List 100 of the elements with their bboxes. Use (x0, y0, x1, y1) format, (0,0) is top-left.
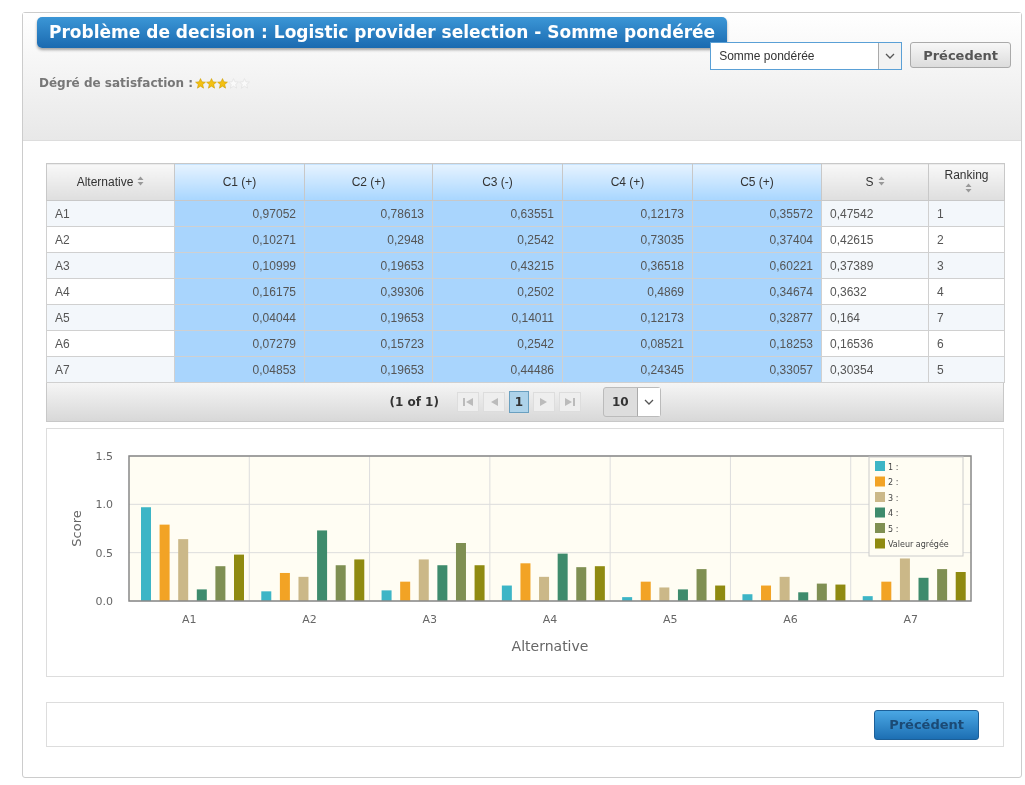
table-cell: 0,63551 (432, 200, 563, 227)
table-cell: 0,2502 (432, 278, 563, 305)
table-cell: 0,39306 (304, 278, 433, 305)
sort-icon[interactable] (877, 176, 885, 186)
table-cell: 3 (928, 252, 1005, 279)
table-cell: 0,42615 (821, 226, 929, 253)
star-icon (195, 77, 207, 89)
x-axis-title: Alternative (511, 638, 589, 654)
legend-label: 4 : (888, 509, 899, 518)
table-cell: 0,07279 (174, 330, 305, 357)
bar (215, 566, 226, 601)
bar (798, 592, 809, 601)
column-header[interactable]: C2 (+) (304, 163, 433, 201)
bar (622, 597, 633, 601)
bar (918, 577, 929, 601)
column-header[interactable]: S (821, 163, 929, 201)
rows-per-page-select[interactable]: 10 (602, 387, 661, 417)
x-tick-label: A3 (422, 613, 437, 626)
legend-label: 3 : (888, 493, 899, 503)
bar (816, 583, 827, 601)
table-cell: 2 (928, 226, 1005, 253)
y-tick-label: 0.0 (95, 595, 113, 608)
table-cell: 0,60221 (692, 252, 822, 279)
legend-label: 1 : (888, 462, 899, 472)
x-tick-label: A7 (903, 613, 919, 626)
table-cell: 0,47542 (821, 200, 929, 227)
column-header[interactable]: C3 (-) (432, 163, 563, 201)
column-header[interactable]: C5 (+) (692, 163, 822, 201)
table-cell: 0,43215 (432, 252, 563, 279)
table-cell: 0,15723 (304, 330, 433, 357)
previous-page-icon[interactable] (482, 392, 505, 412)
bar (455, 543, 466, 601)
sort-icon[interactable] (965, 183, 972, 193)
table-cell: 0,35572 (692, 200, 822, 227)
table-cell: A2 (46, 226, 175, 253)
table-cell: 0,36518 (562, 252, 693, 279)
first-page-icon[interactable] (456, 392, 479, 412)
table-cell: A5 (46, 304, 175, 331)
column-header[interactable]: Alternative (46, 163, 175, 201)
bar (779, 576, 790, 601)
caret-icon (643, 399, 654, 405)
bar (234, 554, 244, 601)
satisfaction-label: Dégré de satisfaction : (39, 76, 194, 90)
last-page-icon[interactable] (558, 392, 581, 412)
bar (539, 576, 550, 601)
bar (937, 569, 948, 601)
bar (279, 572, 290, 601)
bar (501, 585, 512, 601)
bar (400, 581, 411, 601)
bar (178, 539, 189, 601)
table-cell: 0,97052 (174, 200, 305, 227)
column-header[interactable]: C4 (+) (562, 163, 693, 201)
bar (261, 591, 272, 601)
bar (761, 585, 772, 601)
bar (659, 587, 670, 601)
bar (381, 590, 392, 601)
bar (899, 558, 910, 601)
y-tick-label: 1.5 (95, 450, 113, 463)
bar (742, 594, 753, 601)
table-cell: 0,19653 (304, 356, 433, 383)
page-button[interactable]: 1 (508, 391, 529, 413)
method-select[interactable]: Somme pondérée (710, 42, 903, 70)
legend-label: Valeur agrégée (888, 540, 949, 549)
next-page-icon[interactable] (532, 392, 555, 412)
table-cell: 0,12173 (562, 200, 693, 227)
table-cell: 0,2542 (432, 226, 563, 253)
bar (594, 566, 605, 601)
table-cell: 0,32877 (692, 304, 822, 331)
table-cell: 6 (928, 330, 1005, 357)
bar (418, 559, 429, 601)
column-header[interactable]: Ranking (928, 163, 1005, 201)
bar (335, 565, 346, 601)
table-cell: 1 (928, 200, 1005, 227)
table-cell: 0,16536 (821, 330, 929, 357)
table-cell: 0,12173 (562, 304, 693, 331)
bar (640, 581, 651, 601)
previous-button[interactable]: Précedent (910, 42, 1011, 68)
table-cell: 0,33057 (692, 356, 822, 383)
table-cell: 0,2542 (432, 330, 563, 357)
table-cell: 0,34674 (692, 278, 822, 305)
legend-label: 5 : (888, 524, 899, 534)
bar (835, 584, 846, 601)
table-cell: 0,10999 (174, 252, 305, 279)
bar (298, 576, 309, 601)
x-tick-label: A1 (181, 613, 197, 626)
table-cell: 0,08521 (562, 330, 693, 357)
table-cell: 0,16175 (174, 278, 305, 305)
sort-icon[interactable] (137, 176, 145, 186)
bar (862, 596, 873, 601)
table-cell: 0,14011 (432, 304, 563, 331)
caret-icon (885, 53, 896, 59)
bar (677, 589, 688, 601)
table-cell: 0,19653 (304, 252, 433, 279)
bar (354, 559, 365, 601)
column-header[interactable]: C1 (+) (174, 163, 305, 201)
bar (437, 565, 448, 601)
table-cell: 0,4869 (562, 278, 693, 305)
page-title: Problème de decision : Logistic provider selection - Somme pondérée (37, 17, 728, 48)
star-icon (206, 77, 218, 89)
y-tick-label: 1.0 (95, 498, 113, 512)
